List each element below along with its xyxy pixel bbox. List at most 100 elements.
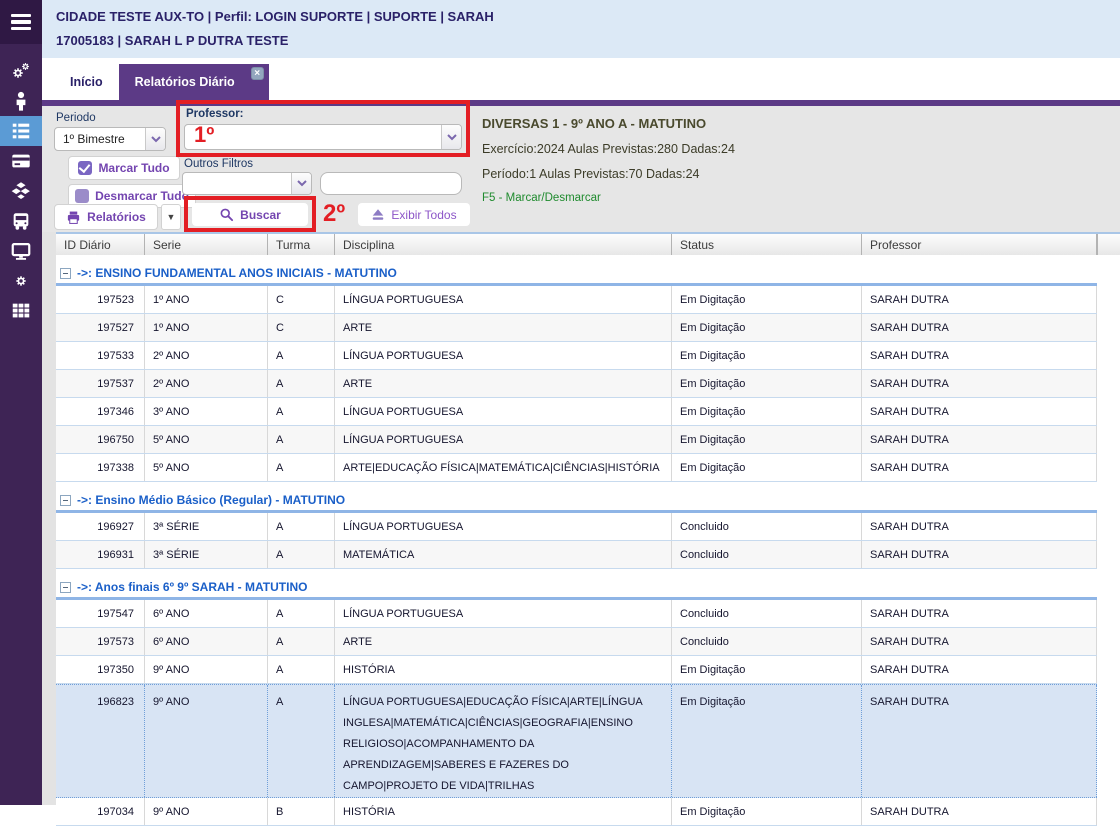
table-row[interactable]: 1975736º ANOAARTEConcluidoSARAH DUTRA: [56, 628, 1097, 656]
periodo-value: 1º Bimestre: [55, 132, 145, 146]
cell-serie: 3ª SÉRIE: [145, 513, 268, 540]
column-header-serie[interactable]: Serie: [145, 234, 268, 255]
collapse-minus-icon[interactable]: [60, 268, 71, 279]
cell-serie: 2º ANO: [145, 342, 268, 369]
tab-close-icon[interactable]: ×: [251, 67, 264, 80]
cell-disciplina: HISTÓRIA: [335, 656, 672, 683]
desmarcar-tudo-label: Desmarcar Tudo: [95, 189, 189, 203]
column-header-id[interactable]: ID Diário: [56, 234, 145, 255]
filter-panel: Periodo 1º Bimestre Marcar Tudo Desmarca…: [42, 106, 1120, 232]
sidebar-item-person[interactable]: [0, 86, 42, 116]
collapse-minus-icon[interactable]: [60, 582, 71, 593]
sidebar-item-cogs[interactable]: [0, 56, 42, 86]
collapse-minus-icon[interactable]: [60, 495, 71, 506]
cell-disciplina: LÍNGUA PORTUGUESA: [335, 398, 672, 425]
table-row[interactable]: 1973385º ANOAARTE|EDUCAÇÃO FÍSICA|MATEMÁ…: [56, 454, 1097, 482]
table-row[interactable]: 1975271º ANOCARTEEm DigitaçãoSARAH DUTRA: [56, 314, 1097, 342]
cell-id: 197533: [56, 342, 145, 369]
cell-disciplina: ARTE: [335, 628, 672, 655]
exibir-todos-button[interactable]: Exibir Todos: [358, 203, 470, 226]
table-row[interactable]: 1973509º ANOAHISTÓRIAEm DigitaçãoSARAH D…: [56, 656, 1097, 684]
cell-professor: SARAH DUTRA: [862, 656, 1097, 683]
sidebar-item-monitor[interactable]: [0, 236, 42, 266]
table-row[interactable]: 1975332º ANOALÍNGUA PORTUGUESAEm Digitaç…: [56, 342, 1097, 370]
cell-turma: A: [268, 541, 335, 568]
diary-info-exercicio: Exercício:2024 Aulas Previstas:280 Dadas…: [482, 142, 735, 156]
column-header-status[interactable]: Status: [672, 234, 862, 255]
group-header[interactable]: ->: ENSINO FUNDAMENTAL ANOS INICIAIS - M…: [56, 263, 1097, 283]
sidebar-item-gear[interactable]: [0, 266, 42, 296]
table-row-selected[interactable]: 1968239º ANOALÍNGUA PORTUGUESA|EDUCAÇÃO …: [56, 684, 1097, 798]
professor-select[interactable]: [184, 124, 462, 150]
cell-turma: A: [268, 628, 335, 655]
cell-disciplina: LÍNGUA PORTUGUESA: [335, 513, 672, 540]
outros-filtros-input[interactable]: [320, 172, 462, 195]
sidebar-item-box[interactable]: [0, 176, 42, 206]
sidebar: [0, 0, 42, 805]
cell-turma: A: [268, 656, 335, 683]
hamburger-menu-button[interactable]: [0, 0, 42, 44]
person-icon: [10, 90, 32, 112]
cell-id: 197547: [56, 600, 145, 627]
cell-professor: SARAH DUTRA: [862, 398, 1097, 425]
column-header-turma[interactable]: Turma: [268, 234, 335, 255]
cell-disciplina: MATEMÁTICA: [335, 541, 672, 568]
cell-status: Concluido: [672, 541, 862, 568]
column-header-disciplina[interactable]: Disciplina: [335, 234, 672, 255]
table-row[interactable]: 1969313ª SÉRIEAMATEMÁTICAConcluidoSARAH …: [56, 541, 1097, 569]
table-row[interactable]: 1967505º ANOALÍNGUA PORTUGUESAEm Digitaç…: [56, 426, 1097, 454]
table-row[interactable]: 1969273ª SÉRIEALÍNGUA PORTUGUESAConcluid…: [56, 513, 1097, 541]
column-header-professor[interactable]: Professor: [862, 234, 1097, 255]
cell-status: Concluido: [672, 628, 862, 655]
cell-professor: SARAH DUTRA: [862, 513, 1097, 540]
cell-disciplina: ARTE: [335, 370, 672, 397]
buscar-button[interactable]: Buscar: [192, 203, 308, 226]
tab-inicio-label: Início: [70, 75, 103, 89]
sidebar-item-bus[interactable]: [0, 206, 42, 236]
cell-id: 197034: [56, 798, 145, 825]
table-row[interactable]: 1970349º ANOBHISTÓRIAEm DigitaçãoSARAH D…: [56, 798, 1097, 826]
cell-id: 196823: [56, 685, 145, 797]
sidebar-item-card[interactable]: [0, 146, 42, 176]
unchecked-checkbox-icon[interactable]: [75, 189, 89, 203]
table-row[interactable]: 1975476º ANOALÍNGUA PORTUGUESAConcluidoS…: [56, 600, 1097, 628]
periodo-select[interactable]: 1º Bimestre: [54, 127, 166, 151]
outros-filtros-select[interactable]: [182, 172, 312, 195]
table-row[interactable]: 1973463º ANOALÍNGUA PORTUGUESAEm Digitaç…: [56, 398, 1097, 426]
group-header[interactable]: ->: Ensino Médio Básico (Regular) - MATU…: [56, 490, 1097, 510]
cell-status: Em Digitação: [672, 370, 862, 397]
chevron-down-icon[interactable]: [441, 125, 461, 149]
marcar-tudo-button[interactable]: Marcar Tudo: [68, 156, 180, 180]
cell-turma: A: [268, 426, 335, 453]
cell-professor: SARAH DUTRA: [862, 314, 1097, 341]
sidebar-item-diarios-active[interactable]: [0, 116, 42, 146]
tab-inicio[interactable]: Início: [54, 64, 119, 100]
cell-id: 196931: [56, 541, 145, 568]
diary-info-periodo: Período:1 Aulas Previstas:70 Dadas:24: [482, 167, 735, 181]
search-icon: [219, 207, 234, 222]
cell-status: Em Digitação: [672, 426, 862, 453]
hamburger-icon: [11, 14, 31, 31]
cell-id: 197338: [56, 454, 145, 481]
tab-relatorios-diario-label: Relatórios Diário: [135, 75, 235, 89]
table-row[interactable]: 1975231º ANOCLÍNGUA PORTUGUESAEm Digitaç…: [56, 286, 1097, 314]
chevron-down-icon[interactable]: [291, 173, 311, 194]
tab-relatorios-diario[interactable]: Relatórios Diário ×: [119, 64, 269, 100]
cell-disciplina: LÍNGUA PORTUGUESA: [335, 286, 672, 313]
checked-checkbox-icon[interactable]: [78, 161, 92, 175]
relatorios-dropdown-arrow[interactable]: ▼: [161, 204, 181, 230]
cell-professor: SARAH DUTRA: [862, 628, 1097, 655]
group-header[interactable]: ->: Anos finais 6º 9º SARAH - MATUTINO: [56, 577, 1097, 597]
cell-turma: A: [268, 513, 335, 540]
cell-status: Em Digitação: [672, 342, 862, 369]
chevron-down-icon[interactable]: [145, 128, 165, 150]
cogs-icon: [9, 59, 33, 83]
sidebar-item-grid[interactable]: [0, 296, 42, 326]
table-row[interactable]: 1975372º ANOAARTEEm DigitaçãoSARAH DUTRA: [56, 370, 1097, 398]
cell-turma: B: [268, 798, 335, 825]
relatorios-button[interactable]: Relatórios: [54, 204, 158, 230]
group-header-label: ->: Ensino Médio Básico (Regular) - MATU…: [77, 493, 345, 507]
cell-turma: A: [268, 370, 335, 397]
table-body: ->: ENSINO FUNDAMENTAL ANOS INICIAIS - M…: [56, 263, 1097, 826]
cell-disciplina: ARTE|EDUCAÇÃO FÍSICA|MATEMÁTICA|CIÊNCIAS…: [335, 454, 672, 481]
